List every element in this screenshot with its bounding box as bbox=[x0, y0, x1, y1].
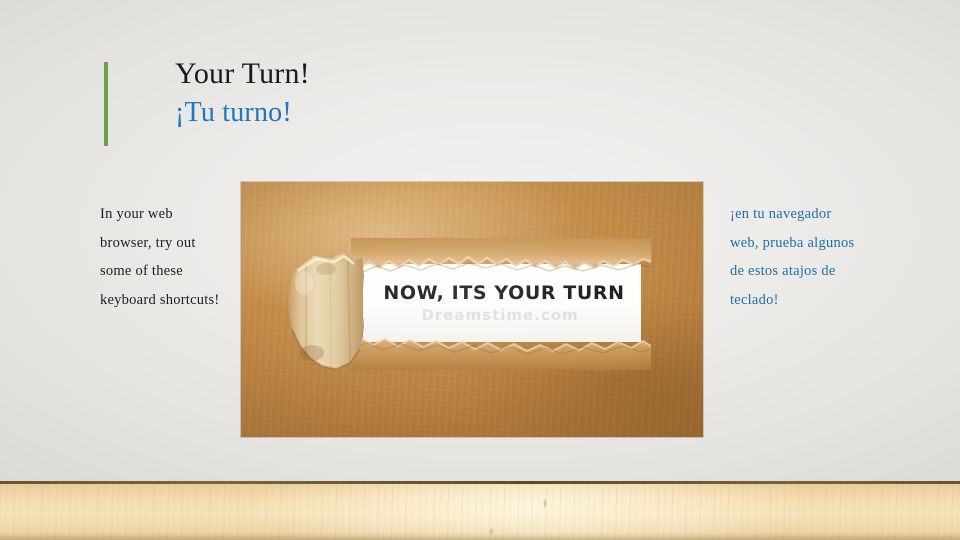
wood-knot-mark bbox=[543, 498, 547, 509]
page-title-spanish: ¡Tu turno! bbox=[175, 97, 292, 128]
photo-vignette bbox=[241, 182, 703, 437]
body-text-spanish: ¡en tu navegador web, prueba algunos de … bbox=[730, 206, 855, 308]
slide-canvas: Your Turn! ¡Tu turno! In your web browse… bbox=[0, 0, 960, 540]
wood-bottom-shadow bbox=[0, 533, 960, 540]
body-text-english: In your web browser, try out some of the… bbox=[100, 206, 220, 308]
torn-paper-image: NOW, ITS YOUR TURN Dreamstime.com bbox=[241, 182, 703, 437]
accent-bar bbox=[104, 62, 108, 146]
title-block: Your Turn! ¡Tu turno! bbox=[104, 57, 724, 150]
page-title-english: Your Turn! bbox=[175, 57, 310, 90]
wood-strip-footer bbox=[0, 484, 960, 540]
